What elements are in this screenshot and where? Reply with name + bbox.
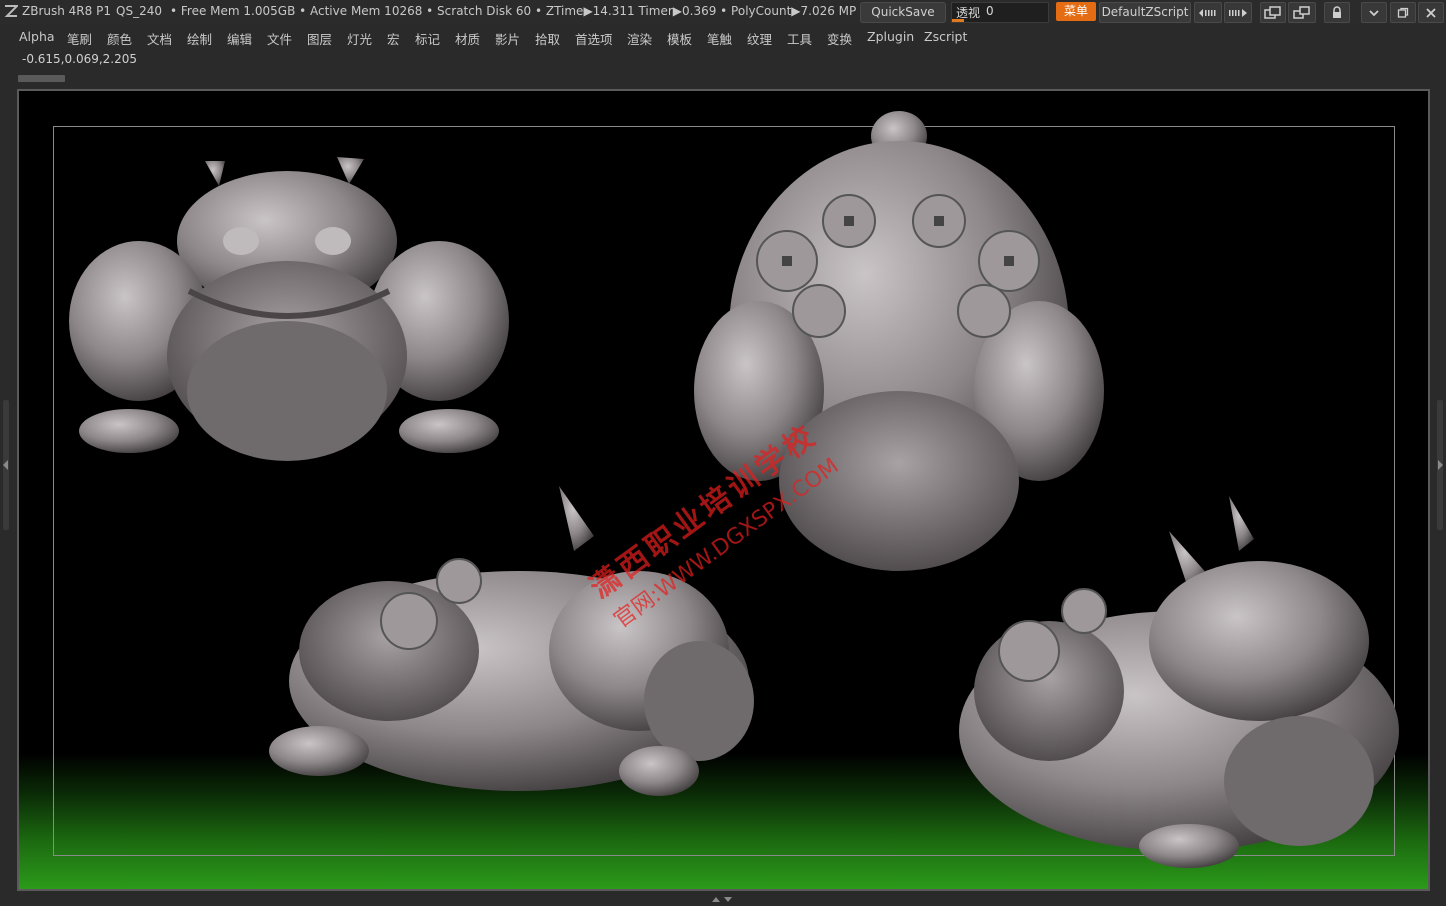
restore-layout-button[interactable] bbox=[1260, 2, 1286, 23]
menu-layer[interactable]: 图层 bbox=[307, 29, 332, 48]
maximize-button[interactable] bbox=[1390, 2, 1416, 23]
default-zscript-button[interactable]: DefaultZScript bbox=[1099, 2, 1191, 23]
menu-material[interactable]: 材质 bbox=[455, 29, 480, 48]
menu-movie[interactable]: 影片 bbox=[495, 29, 520, 48]
brush-size-button[interactable] bbox=[1194, 2, 1222, 23]
menu-alpha[interactable]: Alpha bbox=[19, 29, 55, 44]
menu-picker[interactable]: 拾取 bbox=[535, 29, 560, 48]
right-tray-handle[interactable] bbox=[1437, 400, 1443, 530]
menu-render[interactable]: 渲染 bbox=[627, 29, 652, 48]
menu-light[interactable]: 灯光 bbox=[347, 29, 372, 48]
lock-button[interactable] bbox=[1324, 2, 1350, 23]
brush-scale-icon bbox=[1229, 8, 1247, 17]
perspective-slider-fill bbox=[952, 19, 964, 22]
perspective-slider[interactable]: 透视 0 bbox=[951, 2, 1049, 23]
menu-transform[interactable]: 变换 bbox=[827, 29, 852, 48]
menu-macro[interactable]: 宏 bbox=[387, 29, 400, 48]
menu-document[interactable]: 文档 bbox=[147, 29, 172, 48]
lock-icon bbox=[1333, 5, 1341, 18]
left-tray-handle[interactable] bbox=[3, 400, 9, 530]
app-title: ZBrush 4R8 P1 bbox=[22, 4, 111, 18]
close-icon bbox=[1426, 7, 1436, 18]
restore-icon bbox=[1264, 5, 1281, 19]
menu-draw[interactable]: 绘制 bbox=[187, 29, 212, 48]
document-canvas[interactable]: 潇西职业培训学校 官网:WWW.DGXSPX.COM bbox=[17, 89, 1430, 891]
menu-zplugin[interactable]: Zplugin bbox=[867, 29, 914, 44]
menu-preferences[interactable]: 首选项 bbox=[575, 29, 613, 48]
toad-side-view-right bbox=[959, 496, 1399, 868]
memory-stats: • Free Mem 1.005GB • Active Mem 10268 • … bbox=[170, 4, 856, 18]
close-button[interactable] bbox=[1418, 2, 1444, 23]
right-tray-arrow-icon bbox=[1438, 460, 1443, 470]
menu-brush[interactable]: 笔刷 bbox=[67, 29, 92, 48]
quicksave-button[interactable]: QuickSave bbox=[860, 2, 946, 23]
menu-texture[interactable]: 纹理 bbox=[747, 29, 772, 48]
bottom-tray-handle-icon[interactable] bbox=[710, 895, 734, 904]
brush-size-icon bbox=[1199, 8, 1216, 17]
menu-file[interactable]: 文件 bbox=[267, 29, 292, 48]
brush-scale-button[interactable] bbox=[1224, 2, 1252, 23]
title-bar: ZBrush 4R8 P1 QS_240 • Free Mem 1.005GB … bbox=[0, 0, 1446, 24]
menu-edit[interactable]: 编辑 bbox=[227, 29, 252, 48]
toad-front-view bbox=[69, 157, 509, 461]
menu-marker[interactable]: 标记 bbox=[415, 29, 440, 48]
main-menu-bar: Alpha 笔刷 颜色 文档 绘制 编辑 文件 图层 灯光 宏 标记 材质 影片… bbox=[0, 26, 1446, 48]
menu-tool[interactable]: 工具 bbox=[787, 29, 812, 48]
menu-color[interactable]: 颜色 bbox=[107, 29, 132, 48]
perspective-value: 0 bbox=[986, 4, 994, 18]
minimize-icon bbox=[1369, 9, 1379, 16]
menu-stencil[interactable]: 模板 bbox=[667, 29, 692, 48]
progress-bar bbox=[18, 75, 65, 82]
minimize-button[interactable] bbox=[1361, 2, 1387, 23]
zbrush-logo-icon bbox=[4, 5, 18, 17]
cursor-coordinates: -0.615,0.069,2.205 bbox=[22, 52, 138, 66]
menu-zscript[interactable]: Zscript bbox=[924, 29, 967, 44]
menu-stroke[interactable]: 笔触 bbox=[707, 29, 732, 48]
document-name: QS_240 bbox=[116, 4, 162, 18]
maximize-icon bbox=[1397, 7, 1409, 18]
swap-icon bbox=[1293, 5, 1310, 19]
left-tray-arrow-icon bbox=[3, 460, 8, 470]
swap-layout-button[interactable] bbox=[1288, 2, 1316, 23]
menu-toggle-button[interactable]: 菜单 bbox=[1056, 2, 1096, 21]
